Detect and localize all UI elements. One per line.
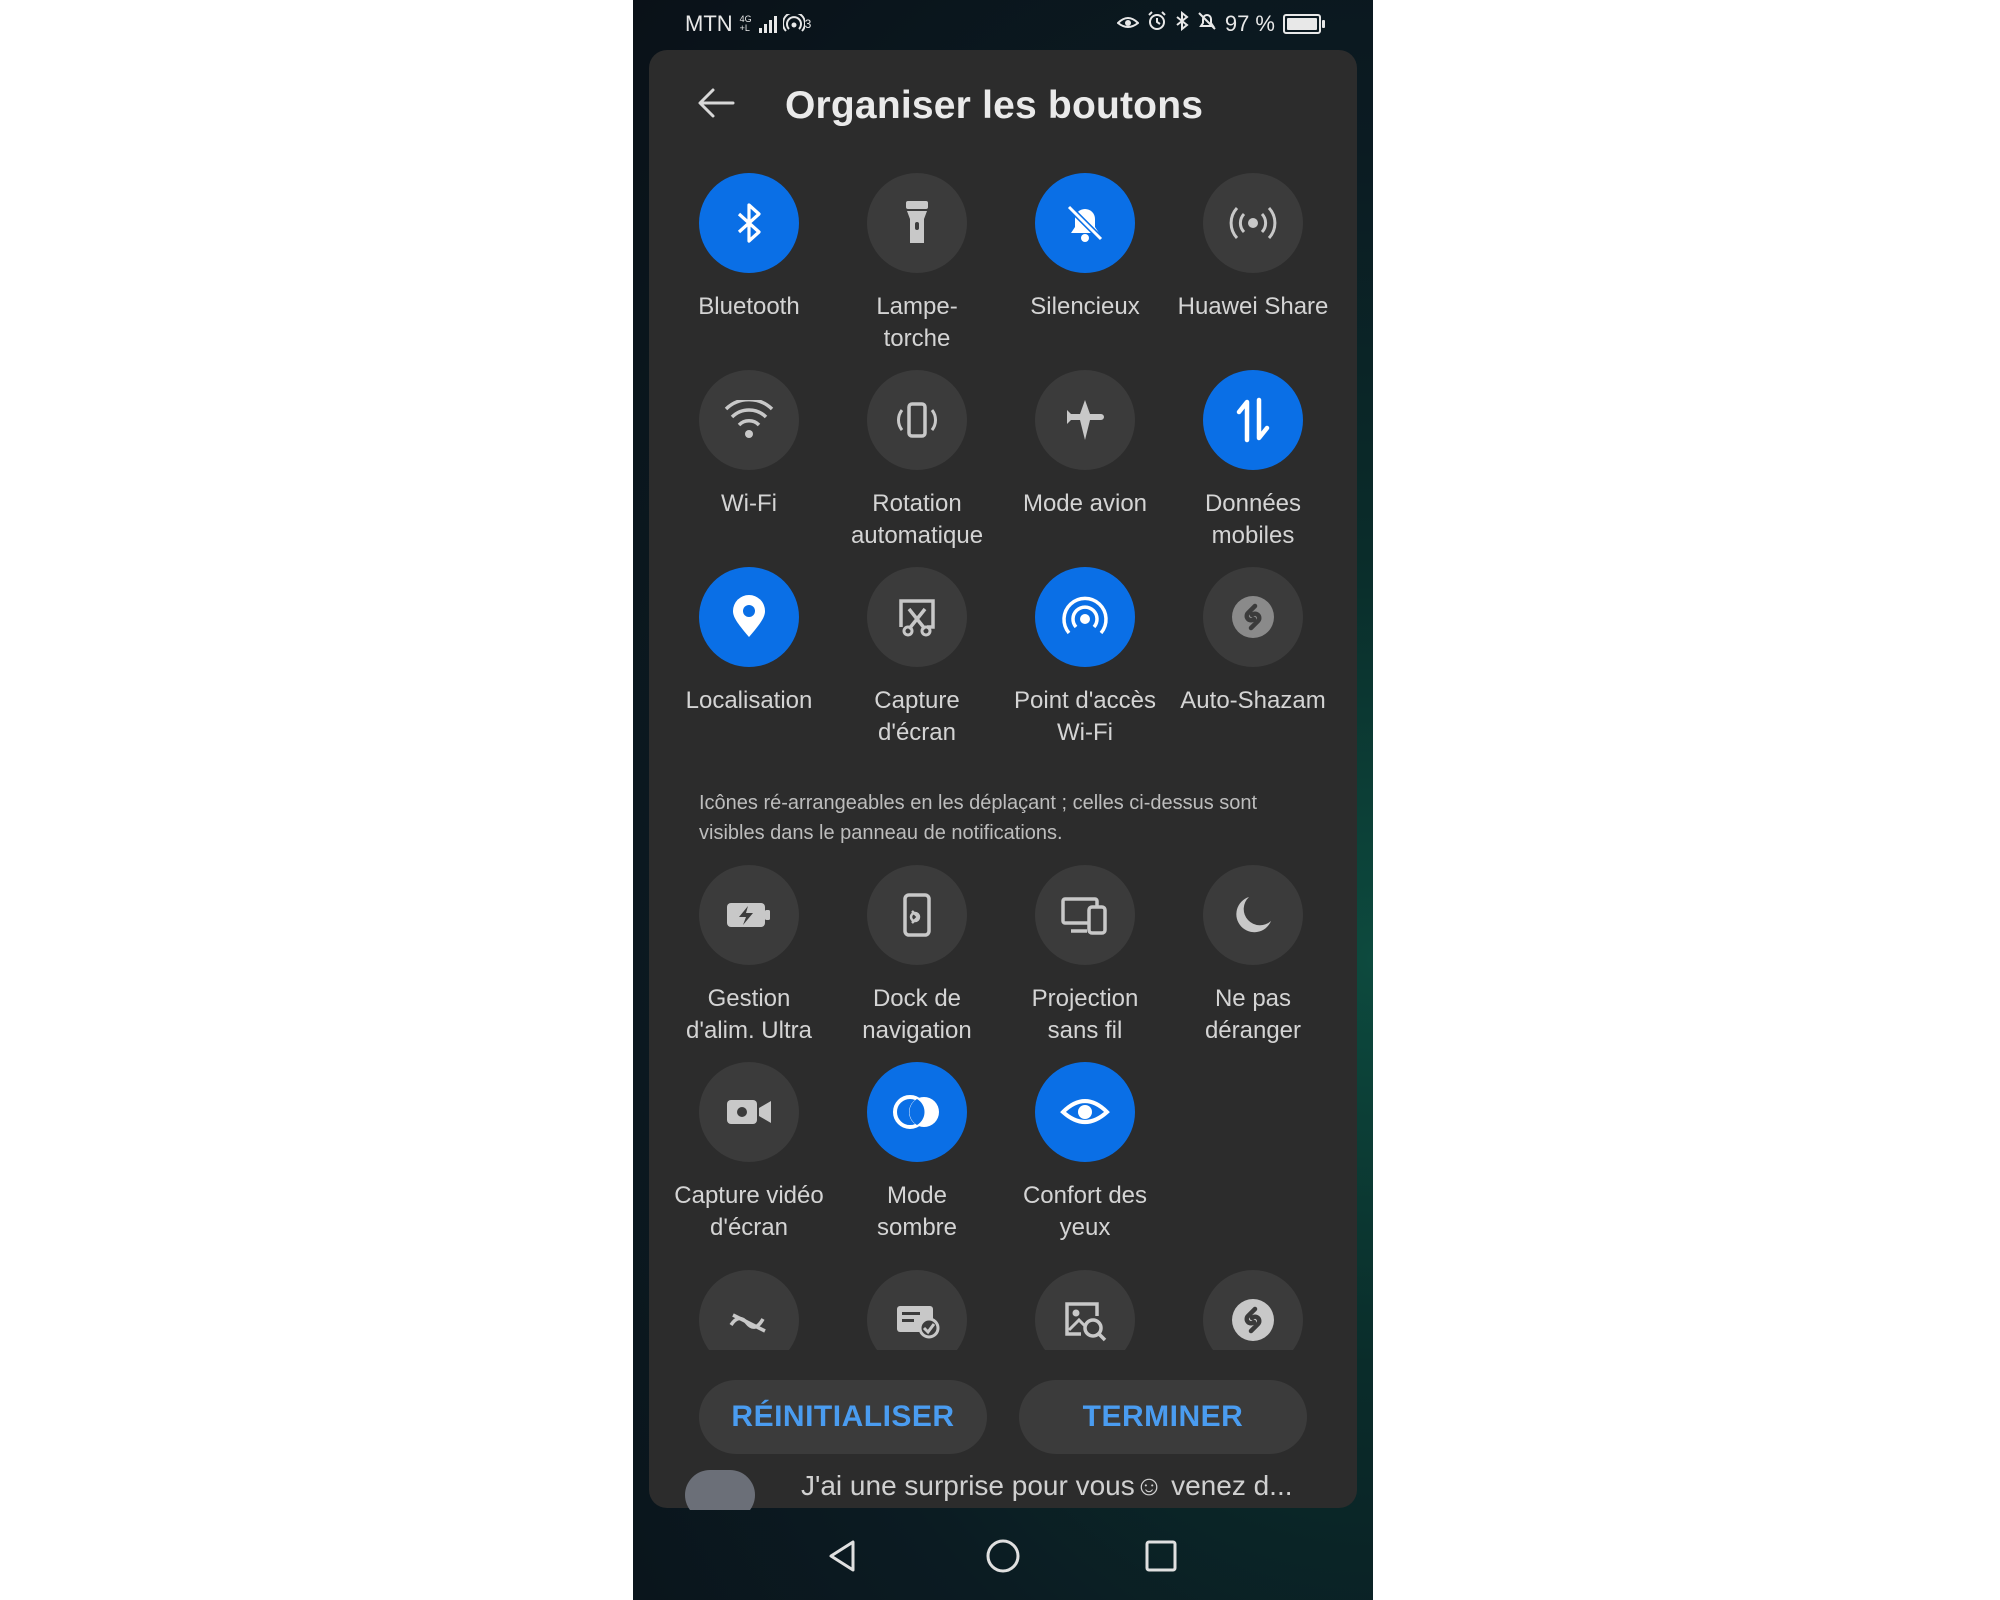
tile-auto-rotate[interactable]: Rotation automatique	[833, 370, 1001, 552]
wireless-projection-icon[interactable]	[1035, 865, 1135, 965]
tile-label: Dock de navigation	[862, 985, 972, 1044]
eye-comfort-status-icon	[1116, 11, 1140, 37]
nav-back-icon[interactable]	[823, 1536, 863, 1576]
tile-label: Rotation automatique	[850, 490, 984, 549]
hotspot-icon[interactable]	[1035, 567, 1135, 667]
tile-label: Silencieux	[1030, 293, 1140, 320]
network-type: 4G +L	[739, 14, 752, 33]
silent-status-icon	[1197, 11, 1217, 37]
huawei-share-icon[interactable]	[1203, 173, 1303, 273]
tile-navigation-dock[interactable]: Dock de navigation	[833, 865, 1001, 1047]
tile-huawei-share[interactable]: Huawei Share	[1169, 173, 1337, 323]
tile-label: Auto-Shazam	[1180, 687, 1326, 714]
tile-label: Bluetooth	[698, 293, 800, 320]
screenshot-icon[interactable]	[867, 567, 967, 667]
tile-wifi[interactable]: Wi-Fi	[665, 370, 833, 520]
tile-label: Projection sans fil	[1031, 985, 1139, 1044]
tile-label: Confort des yeux	[1022, 1182, 1148, 1241]
battery-icon	[1283, 14, 1325, 34]
mobile-data-icon[interactable]	[1203, 370, 1303, 470]
reset-button[interactable]: RÉINITIALISER	[699, 1380, 987, 1454]
airplane-icon[interactable]	[1035, 370, 1135, 470]
tile-label: Ne pas déranger	[1204, 985, 1302, 1044]
page-title: Organiser les boutons	[785, 84, 1204, 127]
hotspot-status-icon: 3	[782, 14, 812, 34]
tile-battery-saver[interactable]: Gestion d'alim. Ultra	[665, 865, 833, 1047]
bluetooth-icon[interactable]	[699, 173, 799, 273]
tile-do-not-disturb[interactable]: Ne pas déranger	[1169, 865, 1337, 1047]
tile-label: Mode avion	[1022, 490, 1148, 517]
tile-hotspot[interactable]: Point d'accès Wi-Fi	[1001, 567, 1169, 749]
phone-screen: MTN 4G +L 3 97 % Organiser les boutons B…	[633, 0, 1373, 1600]
scroll-cutoff	[649, 1350, 1357, 1380]
panel-header: Organiser les boutons	[649, 50, 1357, 160]
battery-saver-icon[interactable]	[699, 865, 799, 965]
tile-screen-recorder[interactable]: Capture vidéo d'écran	[665, 1062, 833, 1244]
navigation-dock-icon[interactable]	[867, 865, 967, 965]
tile-label: Point d'accès Wi-Fi	[1014, 687, 1156, 746]
tile-wireless-projection[interactable]: Projection sans fil	[1001, 865, 1169, 1047]
nav-recents-icon[interactable]	[1141, 1536, 1181, 1576]
tile-label: Mode sombre	[876, 1182, 958, 1241]
flashlight-icon[interactable]	[867, 173, 967, 273]
battery-percent: 97 %	[1224, 11, 1275, 36]
notification-text: J'ai une surprise pour vous☺ venez d...	[801, 1470, 1293, 1501]
status-bar: MTN 4G +L 3 97 %	[633, 0, 1373, 48]
screen-recorder-icon[interactable]	[699, 1062, 799, 1162]
navigation-bar	[633, 1512, 1373, 1600]
dark-mode-icon[interactable]	[867, 1062, 967, 1162]
tile-label: Huawei Share	[1177, 293, 1329, 320]
arrange-buttons-panel: Organiser les boutons Bluetooth Lampe- t…	[649, 50, 1357, 1508]
back-arrow-icon[interactable]	[693, 80, 739, 126]
tile-screenshot[interactable]: Capture d'écran	[833, 567, 1001, 749]
bell-off-icon[interactable]	[1035, 173, 1135, 273]
tile-label: Gestion d'alim. Ultra	[686, 985, 812, 1044]
location-pin-icon[interactable]	[699, 567, 799, 667]
tile-label: Lampe- torche	[876, 293, 958, 352]
tile-flashlight[interactable]: Lampe- torche	[833, 173, 1001, 355]
tile-eye-comfort[interactable]: Confort des yeux	[1001, 1062, 1169, 1244]
avatar	[685, 1470, 755, 1510]
hotspot-count: 3	[804, 17, 812, 31]
tile-mobile-data[interactable]: Données mobiles	[1169, 370, 1337, 552]
shazam-icon[interactable]	[1203, 567, 1303, 667]
tile-label: Capture d'écran	[874, 687, 960, 746]
nav-home-icon[interactable]	[983, 1536, 1023, 1576]
rearrange-hint: Icônes ré-arrangeables en les déplaçant …	[699, 792, 1258, 844]
tile-dark-mode[interactable]: Mode sombre	[833, 1062, 1001, 1244]
tile-silent[interactable]: Silencieux	[1001, 173, 1169, 323]
eye-comfort-icon[interactable]	[1035, 1062, 1135, 1162]
moon-icon[interactable]	[1203, 865, 1303, 965]
tile-label: Capture vidéo d'écran	[674, 1182, 824, 1241]
notification-peek: J'ai une surprise pour vous☺ venez d...	[649, 1470, 1357, 1510]
tile-airplane-mode[interactable]: Mode avion	[1001, 370, 1169, 520]
alarm-icon	[1147, 11, 1167, 37]
tile-bluetooth[interactable]: Bluetooth	[665, 173, 833, 323]
tile-auto-shazam[interactable]: Auto-Shazam	[1169, 567, 1337, 717]
done-button[interactable]: TERMINER	[1019, 1380, 1307, 1454]
tile-label: Localisation	[685, 687, 813, 714]
tile-label: Wi-Fi	[721, 490, 777, 517]
signal-icon	[758, 15, 777, 33]
carrier-name: MTN	[685, 11, 733, 36]
tile-label: Données mobiles	[1204, 490, 1302, 549]
wifi-icon[interactable]	[699, 370, 799, 470]
bluetooth-status-icon	[1175, 10, 1189, 37]
tile-location[interactable]: Localisation	[665, 567, 833, 717]
auto-rotate-icon[interactable]	[867, 370, 967, 470]
